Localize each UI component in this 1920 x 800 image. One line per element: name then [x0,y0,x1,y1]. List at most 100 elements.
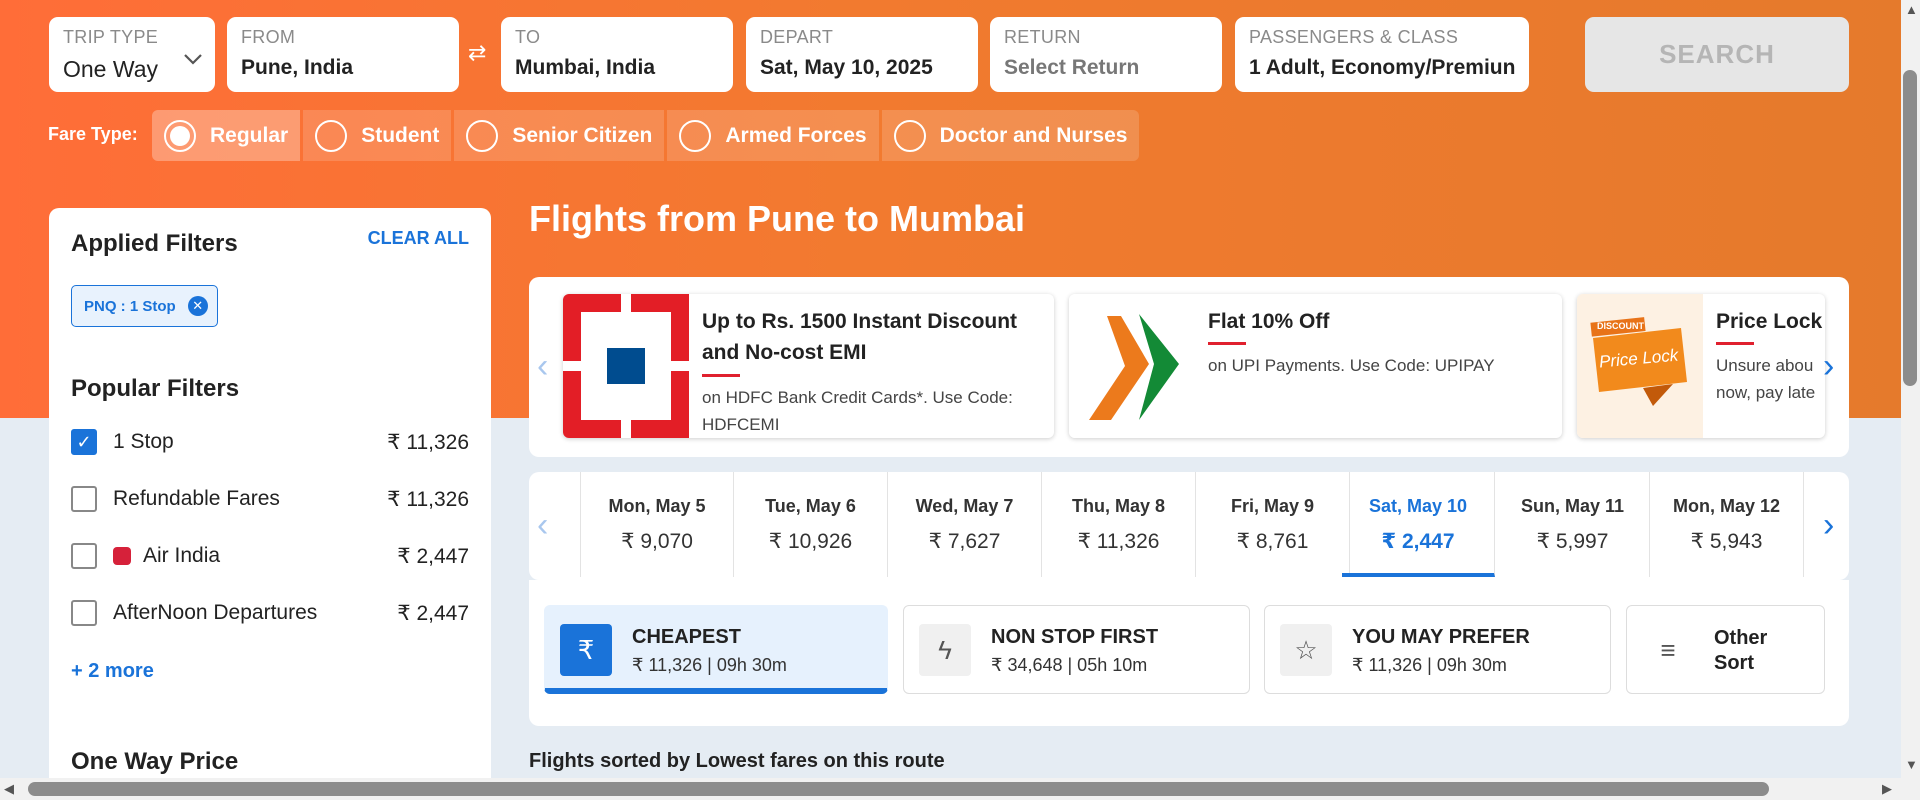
badge-top-text: DISCOUNT [1597,321,1644,331]
sort-subtitle: ₹ 34,648 | 05h 10m [991,655,1148,675]
radio-icon [466,119,499,152]
scroll-left-arrow-icon[interactable]: ◀ [4,781,14,797]
depart-value: Sat, May 10, 2025 [760,56,933,79]
checkbox-icon[interactable] [71,543,97,569]
date-cell[interactable]: Fri, May 9 ₹ 8,761 [1196,472,1350,577]
date-price: ₹ 11,326 [1077,530,1160,553]
passengers-label: PASSENGERS & CLASS [1249,27,1459,47]
offer-card-upi[interactable]: Flat 10% Off on UPI Payments. Use Code: … [1069,294,1562,438]
scroll-down-arrow-icon[interactable]: ▼ [1905,757,1918,772]
offer-card-price-lock[interactable]: DISCOUNT Price Lock Price Lock Unsure ab… [1577,294,1825,438]
sort-you-may-prefer[interactable]: ☆ YOU MAY PREFER ₹ 11,326 | 09h 30m [1264,605,1611,694]
vertical-scrollbar-thumb[interactable] [1903,70,1917,386]
trip-type-label: TRIP TYPE [63,27,159,47]
date-label: Wed, May 7 [915,496,1014,516]
radio-icon [893,119,926,152]
date-price: ₹ 2,447 [1381,530,1455,553]
fare-option-doctor-nurses[interactable]: Doctor and Nurses [881,110,1140,161]
fare-option-label: Student [361,123,440,147]
chevron-left-icon[interactable]: ‹ [537,508,548,542]
date-cell-selected[interactable]: Sat, May 10 ₹ 2,447 [1342,472,1495,577]
return-value: Select Return [1004,56,1140,79]
to-value: Mumbai, India [515,56,656,79]
return-field[interactable]: RETURN Select Return [990,17,1222,92]
depart-field[interactable]: DEPART Sat, May 10, 2025 [746,17,978,92]
sort-subtitle: ₹ 11,326 | 09h 30m [632,655,787,675]
offer-accent-bar [1716,342,1754,345]
date-label: Sun, May 11 [1520,496,1625,516]
price-lock-badge-icon: DISCOUNT Price Lock [1577,294,1703,438]
fare-option-armed-forces[interactable]: Armed Forces [667,110,879,161]
fare-option-label: Senior Citizen [512,123,653,147]
passengers-class-field[interactable]: PASSENGERS & CLASS 1 Adult, Economy/Prem… [1235,17,1529,92]
fare-option-regular[interactable]: Regular [152,110,301,161]
filter-name: Refundable Fares [113,487,280,510]
one-way-price-title: One Way Price [71,748,239,775]
date-cell[interactable]: Sun, May 11 ₹ 5,997 [1496,472,1650,577]
close-icon[interactable]: ✕ [187,296,208,316]
sort-title: YOU MAY PREFER [1352,626,1530,648]
from-label: FROM [241,27,296,47]
offer-card-hdfc[interactable]: Up to Rs. 1500 Instant Discount and No-co… [563,294,1054,438]
checkbox-icon[interactable] [71,600,97,626]
offer-subtext: Unsure abou now, pay late [1716,356,1816,402]
return-label: RETURN [1004,27,1081,47]
sort-title: CHEAPEST [632,626,741,648]
to-label: TO [515,27,541,47]
date-cell[interactable]: Mon, May 12 ₹ 5,943 [1650,472,1804,577]
applied-filter-chip[interactable]: PNQ : 1 Stop ✕ [71,285,218,327]
sort-non-stop-first[interactable]: ϟ NON STOP FIRST ₹ 34,648 | 05h 10m [903,605,1250,694]
filter-price: ₹ 2,447 [397,601,469,625]
scroll-up-arrow-icon[interactable]: ▲ [1905,2,1918,17]
sort-list-icon: ≡ [1642,624,1694,676]
checkbox-icon[interactable] [71,486,97,512]
from-field[interactable]: FROM Pune, India [227,17,459,92]
upi-logo-icon [1069,294,1195,438]
filter-afternoon-departures[interactable]: AfterNoon Departures ₹ 2,447 [71,598,469,628]
fare-option-senior-citizen[interactable]: Senior Citizen [454,110,665,161]
filter-air-india[interactable]: Air India ₹ 2,447 [71,541,469,571]
radio-icon [315,119,348,152]
chevron-right-icon[interactable]: › [1823,349,1834,383]
page-title: Flights from Pune to Mumbai [529,198,1025,239]
chevron-down-icon [184,54,202,65]
radio-selected-icon [164,119,196,152]
sort-subtitle: ₹ 11,326 | 09h 30m [1352,655,1507,675]
chevron-right-icon[interactable]: › [1823,508,1834,542]
fare-option-label: Regular [210,123,289,147]
date-price-strip: ‹ Mon, May 5 ₹ 9,070 Tue, May 6 ₹ 10,926… [529,472,1849,580]
filter-name: AfterNoon Departures [113,601,318,624]
date-label: Fri, May 9 [1230,496,1315,516]
more-filters-link[interactable]: + 2 more [71,660,154,683]
sort-cheapest[interactable]: ₹ CHEAPEST ₹ 11,326 | 09h 30m [544,605,888,694]
offer-accent-bar [1208,342,1246,345]
sort-title: NON STOP FIRST [991,626,1159,648]
fare-type-label: Fare Type: [48,124,138,144]
checkbox-checked-icon[interactable]: ✓ [71,429,97,455]
trip-type-value: One Way [63,56,159,82]
offer-subtext: on HDFC Bank Credit Cards*. Use Code: HDF… [702,388,1013,434]
fare-option-student[interactable]: Student [303,110,452,161]
filter-name: Air India [113,544,397,568]
date-cell[interactable]: Thu, May 8 ₹ 11,326 [1042,472,1196,577]
search-button[interactable]: SEARCH [1585,17,1849,92]
swap-icon[interactable]: ⇄ [468,40,486,66]
fare-option-label: Doctor and Nurses [939,123,1128,147]
horizontal-scrollbar-thumb[interactable] [28,782,1769,796]
filter-refundable-fares[interactable]: Refundable Fares ₹ 11,326 [71,484,469,514]
clear-all-link[interactable]: CLEAR ALL [368,228,469,249]
date-label: Sat, May 10 [1368,496,1468,516]
date-cell[interactable]: Wed, May 7 ₹ 7,627 [888,472,1042,577]
filter-1-stop[interactable]: ✓ 1 Stop ₹ 11,326 [71,427,469,457]
lightning-icon: ϟ [919,624,971,676]
date-cell[interactable]: Tue, May 6 ₹ 10,926 [734,472,888,577]
date-cell[interactable]: Mon, May 5 ₹ 9,070 [580,472,734,577]
sort-other[interactable]: ≡ Other Sort [1626,605,1825,694]
scroll-right-arrow-icon[interactable]: ▶ [1882,781,1892,797]
to-field[interactable]: TO Mumbai, India [501,17,733,92]
chevron-left-icon[interactable]: ‹ [537,349,548,383]
star-icon: ☆ [1280,624,1332,676]
date-price: ₹ 5,997 [1536,530,1609,553]
filter-price: ₹ 11,326 [387,487,469,511]
trip-type-select[interactable]: TRIP TYPE One Way [49,17,215,92]
